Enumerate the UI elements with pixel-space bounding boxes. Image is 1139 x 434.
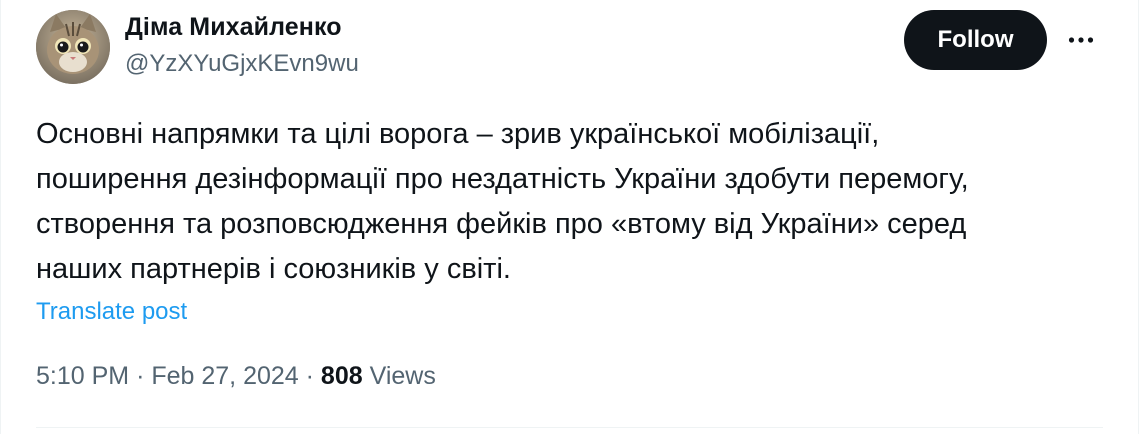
meta-separator: · <box>305 362 314 390</box>
post-time[interactable]: 5:10 PM <box>36 362 129 390</box>
cat-avatar-icon <box>36 10 110 84</box>
post-meta: 5:10 PM · Feb 27, 2024 · 808 Views <box>36 362 436 391</box>
post-text-line: створення та розповсюдження фейків про «… <box>36 208 967 240</box>
tweet-card: Діма Михайленко @YzXYuGjxKEvn9wu Follow … <box>0 0 1139 434</box>
post-text-line: Основні напрямки та цілі ворога – зрив у… <box>36 118 880 150</box>
post-date[interactable]: Feb 27, 2024 <box>151 362 298 390</box>
more-options-button[interactable] <box>1061 22 1101 58</box>
author-handle[interactable]: @YzXYuGjxKEvn9wu <box>125 50 359 78</box>
views-count: 808 <box>320 362 363 390</box>
author-name[interactable]: Діма Михайленко <box>125 13 342 42</box>
post-text-line: поширення дезінформації про нездатність … <box>36 163 969 195</box>
follow-button[interactable]: Follow <box>904 10 1047 70</box>
more-horizontal-icon <box>1068 37 1094 43</box>
post-text-line: наших партнерів і союзників у світі. <box>36 253 511 285</box>
avatar[interactable] <box>36 10 110 84</box>
meta-separator: · <box>136 362 145 390</box>
post-text: Основні напрямки та цілі ворога – зрив у… <box>36 112 1106 292</box>
translate-post-link[interactable]: Translate post <box>36 298 187 326</box>
views-label: Views <box>369 362 436 390</box>
divider <box>36 427 1103 428</box>
